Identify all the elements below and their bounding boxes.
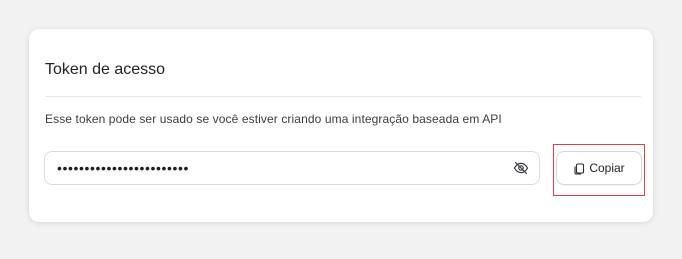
access-token-card: Token de acesso Esse token pode ser usad… [29,29,653,222]
copy-button-label: Copiar [589,161,625,175]
eye-off-icon[interactable] [513,160,529,176]
copy-button[interactable]: Copiar [556,151,642,185]
token-input[interactable]: •••••••••••••••••••••••• [44,151,540,185]
card-description: Esse token pode ser usado se você estive… [45,112,502,126]
token-masked-value: •••••••••••••••••••••••• [57,160,190,176]
copy-icon [573,162,585,175]
card-title: Token de acesso [45,61,166,78]
divider [45,96,641,97]
